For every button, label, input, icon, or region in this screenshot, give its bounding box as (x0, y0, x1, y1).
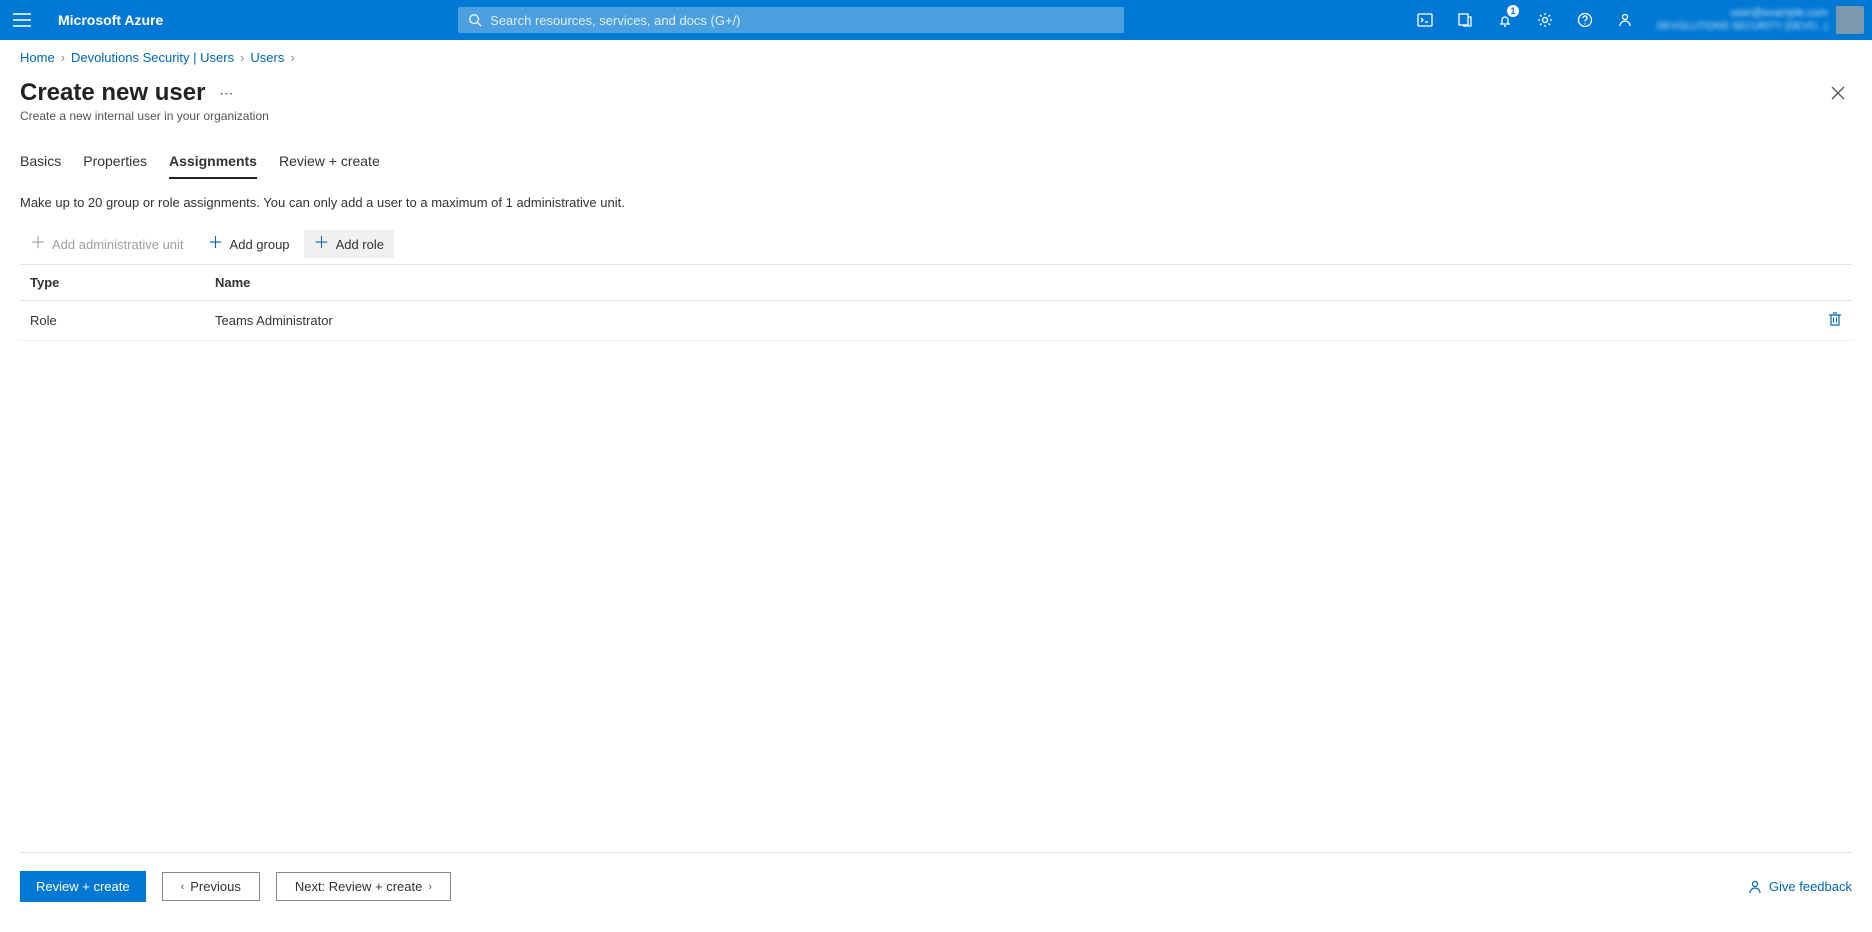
plus-icon: ＋ (208, 236, 224, 252)
more-actions-button[interactable]: ⋯ (215, 81, 237, 106)
top-bar: Microsoft Azure 1 user@example.com (0, 0, 1872, 40)
previous-label: Previous (190, 879, 241, 894)
column-header-name[interactable]: Name (205, 265, 1802, 301)
page-title: Create new user (20, 79, 205, 107)
brand-label[interactable]: Microsoft Azure (44, 12, 177, 28)
chevron-right-icon: › (290, 50, 294, 65)
tab-basics[interactable]: Basics (20, 149, 61, 179)
menu-button[interactable] (0, 0, 44, 40)
trash-icon (1828, 311, 1842, 327)
previous-button[interactable]: ‹ Previous (162, 872, 260, 901)
account-name: user@example.com (1730, 7, 1828, 20)
add-administrative-unit-button: ＋ Add administrative unit (20, 230, 194, 258)
add-admin-unit-label: Add administrative unit (52, 237, 184, 252)
help-icon[interactable] (1565, 0, 1605, 40)
give-feedback-link[interactable]: Give feedback (1747, 879, 1852, 895)
chevron-right-icon: › (428, 881, 432, 893)
breadcrumb-users[interactable]: Users (250, 50, 284, 65)
close-button[interactable] (1824, 79, 1852, 107)
tab-properties[interactable]: Properties (83, 149, 147, 179)
column-header-type[interactable]: Type (20, 265, 205, 301)
account-button[interactable]: user@example.com DEVOLUTIONS SECURITY (D… (1645, 6, 1872, 34)
tab-assignments[interactable]: Assignments (169, 149, 257, 179)
breadcrumb-org-users[interactable]: Devolutions Security | Users (71, 50, 234, 65)
notification-badge: 1 (1507, 5, 1519, 17)
assignments-table: Type Name Role Teams Administrator (20, 265, 1852, 341)
add-group-button[interactable]: ＋ Add group (198, 230, 300, 258)
page-subtitle: Create a new internal user in your organ… (20, 109, 1852, 123)
feedback-icon (1747, 879, 1763, 895)
notifications-icon[interactable]: 1 (1485, 0, 1525, 40)
chevron-right-icon: › (61, 50, 65, 65)
intro-text: Make up to 20 group or role assignments.… (20, 195, 1852, 210)
tab-review-create[interactable]: Review + create (279, 149, 380, 179)
plus-icon: ＋ (314, 236, 330, 252)
feedback-label: Give feedback (1769, 879, 1852, 894)
cloud-shell-icon[interactable] (1405, 0, 1445, 40)
next-button[interactable]: Next: Review + create › (276, 872, 451, 901)
review-create-button[interactable]: Review + create (20, 871, 146, 902)
directory-switch-icon[interactable] (1445, 0, 1485, 40)
add-role-button[interactable]: ＋ Add role (304, 230, 394, 258)
breadcrumb-home[interactable]: Home (20, 50, 55, 65)
search-input[interactable] (490, 13, 1114, 28)
add-role-label: Add role (336, 237, 384, 252)
account-tenant: DEVOLUTIONS SECURITY (DEVO...) (1657, 21, 1828, 33)
next-label: Next: Review + create (295, 879, 423, 894)
breadcrumb: Home › Devolutions Security | Users › Us… (20, 40, 1852, 65)
cell-name: Teams Administrator (205, 301, 1802, 341)
table-row[interactable]: Role Teams Administrator (20, 301, 1852, 341)
feedback-top-icon[interactable] (1605, 0, 1645, 40)
close-icon (1831, 86, 1845, 100)
search-icon (468, 13, 482, 27)
tab-bar: Basics Properties Assignments Review + c… (20, 149, 1852, 179)
footer-bar: Review + create ‹ Previous Next: Review … (20, 852, 1852, 902)
chevron-left-icon: ‹ (181, 881, 185, 893)
action-bar: ＋ Add administrative unit ＋ Add group ＋ … (20, 230, 1852, 265)
cell-type: Role (20, 301, 205, 341)
settings-icon[interactable] (1525, 0, 1565, 40)
avatar (1836, 6, 1864, 34)
chevron-right-icon: › (240, 50, 244, 65)
add-group-label: Add group (230, 237, 290, 252)
search-box[interactable] (458, 7, 1124, 33)
plus-icon: ＋ (30, 236, 46, 252)
delete-row-button[interactable] (1828, 311, 1842, 327)
